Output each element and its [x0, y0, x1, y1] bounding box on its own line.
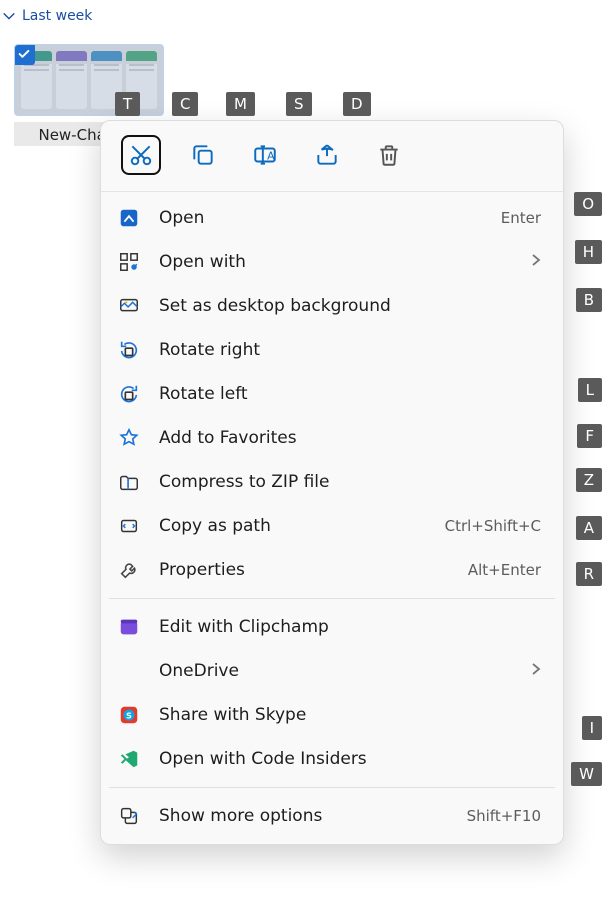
copy-button[interactable] [183, 135, 223, 175]
menu-label: Show more options [159, 806, 449, 826]
rename-button[interactable]: A [245, 135, 285, 175]
menu-set-desktop-background[interactable]: Set as desktop background [101, 284, 563, 328]
menu-label: Set as desktop background [159, 296, 541, 316]
trash-icon [376, 142, 402, 168]
chevron-right-icon [531, 252, 541, 272]
chevron-right-icon [531, 661, 541, 681]
star-icon [117, 426, 141, 450]
zip-icon [117, 470, 141, 494]
menu-open-code-insiders[interactable]: Open with Code Insiders [101, 737, 563, 781]
hint-delete: D [343, 92, 371, 116]
share-icon [314, 142, 340, 168]
separator [109, 787, 555, 788]
selected-check-icon [14, 44, 35, 65]
menu-copy-as-path[interactable]: Copy as path Ctrl+Shift+C [101, 504, 563, 548]
hint-open: O [574, 192, 602, 216]
menu-label: Properties [159, 560, 450, 580]
hint-cut: T [115, 92, 140, 116]
quick-action-row: A [101, 129, 563, 189]
hint-properties: R [576, 562, 602, 586]
copy-path-icon [117, 514, 141, 538]
rename-icon: A [252, 142, 278, 168]
vscode-insiders-icon [117, 747, 141, 771]
share-button[interactable] [307, 135, 347, 175]
hint-code: W [571, 762, 602, 786]
menu-edit-clipchamp[interactable]: Edit with Clipchamp [101, 605, 563, 649]
menu-compress-zip[interactable]: Compress to ZIP file [101, 460, 563, 504]
chevron-down-icon [2, 9, 16, 23]
delete-button[interactable] [369, 135, 409, 175]
menu-label: OneDrive [159, 661, 501, 681]
hint-copy: C [172, 92, 198, 116]
menu-label: Open with Code Insiders [159, 749, 541, 769]
onedrive-icon [117, 659, 141, 683]
menu-label: Add to Favorites [159, 428, 541, 448]
rotate-right-icon [117, 338, 141, 362]
wrench-icon [117, 558, 141, 582]
separator [109, 598, 555, 599]
hint-set-bg: B [576, 288, 602, 312]
menu-label: Rotate left [159, 384, 541, 404]
svg-text:S: S [126, 711, 132, 721]
hint-rename: M [226, 92, 255, 116]
menu-label: Share with Skype [159, 705, 541, 725]
file-thumbnail [14, 44, 164, 116]
hint-zip: Z [576, 468, 602, 492]
menu-accel: Ctrl+Shift+C [445, 517, 541, 535]
context-menu: A Open Enter Open with Set as desktop ba… [100, 120, 564, 845]
cut-button[interactable] [121, 135, 161, 175]
menu-accel: Shift+F10 [467, 807, 541, 825]
hint-favorites: F [577, 424, 602, 448]
hint-rotate-left: L [578, 378, 602, 402]
menu-label: Open with [159, 252, 501, 272]
menu-share-skype[interactable]: S Share with Skype [101, 693, 563, 737]
desktop-background-icon [117, 294, 141, 318]
menu-rotate-left[interactable]: Rotate left [101, 372, 563, 416]
menu-rotate-right[interactable]: Rotate right [101, 328, 563, 372]
hint-share: S [286, 92, 312, 116]
more-options-icon [117, 804, 141, 828]
svg-text:A: A [267, 149, 275, 162]
menu-accel: Alt+Enter [468, 561, 541, 579]
menu-label: Copy as path [159, 516, 427, 536]
group-header-label: Last week [22, 8, 92, 24]
menu-onedrive[interactable]: OneDrive [101, 649, 563, 693]
scissors-icon [128, 142, 154, 168]
hint-open-with: H [575, 240, 602, 264]
hint-copy-path: A [576, 516, 602, 540]
hint-skype: I [582, 716, 602, 740]
menu-label: Rotate right [159, 340, 541, 360]
menu-accel: Enter [501, 209, 541, 227]
menu-open-with[interactable]: Open with [101, 240, 563, 284]
menu-show-more-options[interactable]: Show more options Shift+F10 [101, 794, 563, 838]
menu-label: Compress to ZIP file [159, 472, 541, 492]
open-icon [117, 206, 141, 230]
menu-label: Edit with Clipchamp [159, 617, 541, 637]
clipchamp-icon [117, 615, 141, 639]
menu-open[interactable]: Open Enter [101, 196, 563, 240]
skype-icon: S [117, 703, 141, 727]
rotate-left-icon [117, 382, 141, 406]
menu-add-to-favorites[interactable]: Add to Favorites [101, 416, 563, 460]
copy-icon [190, 142, 216, 168]
menu-label: Open [159, 208, 483, 228]
menu-properties[interactable]: Properties Alt+Enter [101, 548, 563, 592]
open-with-icon [117, 250, 141, 274]
group-header-last-week[interactable]: Last week [0, 0, 614, 34]
